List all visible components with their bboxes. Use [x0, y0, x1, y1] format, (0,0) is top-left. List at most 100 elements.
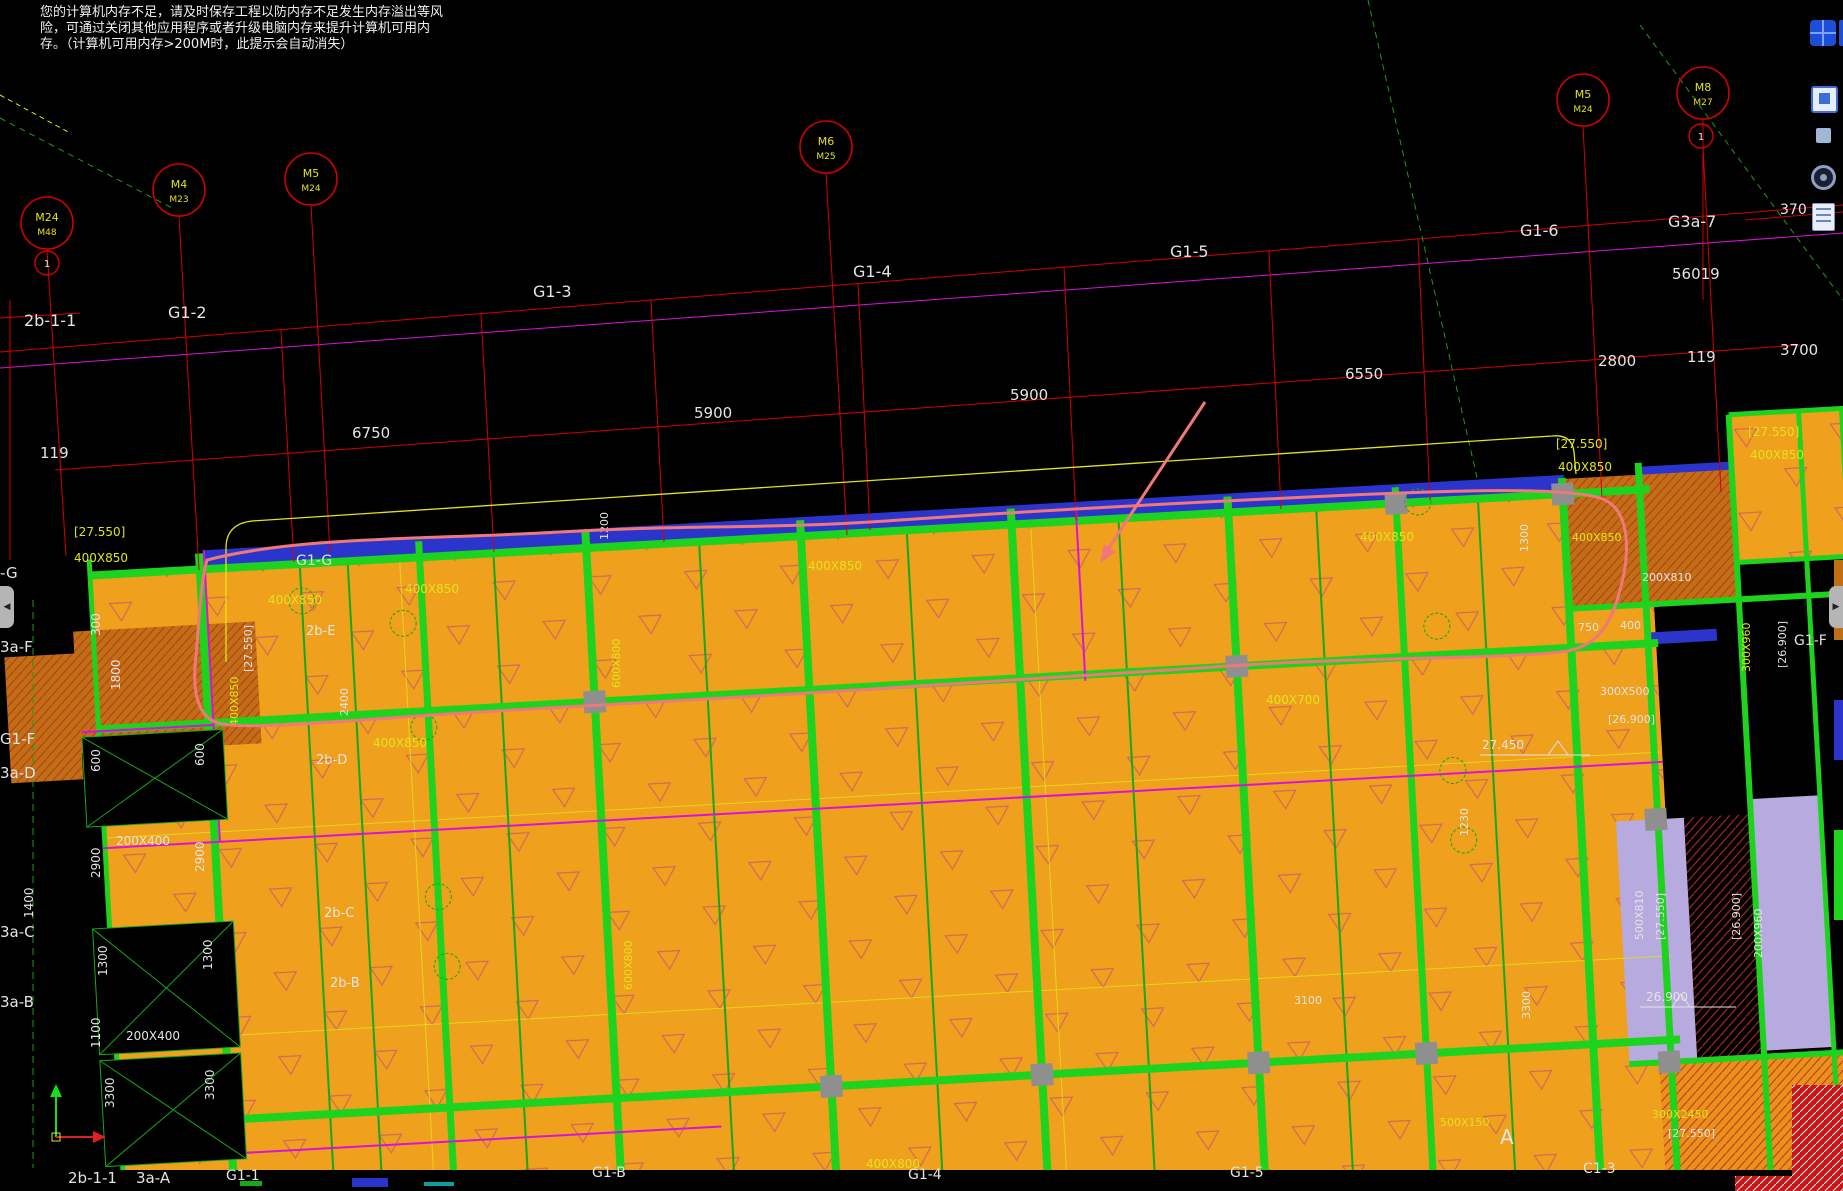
small-square-icon[interactable] — [1816, 128, 1831, 143]
grid-line — [1063, 266, 1077, 521]
cad-text: 27.450 — [1482, 738, 1524, 752]
cad-text: 300X500 — [1600, 685, 1650, 698]
cad-text: 3a-D — [0, 764, 36, 782]
cad-text: 2900 — [193, 841, 207, 872]
cad-viewport[interactable]: M24 M48 M4 M23 M5 M24 M6 M25 M5 M24 M8 M27 1 1 2b-1-1 G… — [0, 0, 1843, 1191]
cad-text: 2900 — [89, 847, 103, 878]
region — [1650, 628, 1718, 645]
document-icon[interactable] — [1812, 203, 1835, 231]
column — [1030, 1063, 1054, 1087]
grid-line — [310, 204, 331, 554]
document-icon-line — [1816, 220, 1831, 222]
grid-line — [0, 204, 1843, 353]
strip-item — [1834, 700, 1843, 760]
grid-line — [1417, 238, 1431, 501]
cad-text: 370 — [1780, 202, 1807, 218]
cad-text: 300 — [89, 613, 103, 636]
bubble-label: M23 — [169, 195, 188, 205]
cad-text: 3a-F — [0, 638, 33, 656]
gear-icon-dot — [1820, 174, 1827, 181]
cad-text: 200X960 — [1752, 908, 1765, 958]
grid-line — [480, 313, 495, 553]
cad-text: 500X150 — [1440, 1116, 1490, 1129]
grid-line — [1639, 24, 1843, 301]
cad-text: 1400 — [22, 887, 36, 918]
cad-text: 2b-D — [316, 753, 347, 768]
cad-text: 56019 — [1672, 265, 1720, 283]
cad-text: [27.550] — [1556, 437, 1607, 451]
cad-text: C1-3 — [1583, 1161, 1616, 1177]
bubble-label: M6 — [818, 135, 835, 148]
grid-line — [825, 172, 848, 536]
bubble-label: M5 — [1575, 88, 1592, 101]
cad-text: 2b-E — [306, 624, 335, 639]
cad-text: 400X850 — [1360, 530, 1414, 544]
warning-line-1: 您的计算机内存不足，请及时保存工程以防内存不足发生内存溢出等风 — [40, 5, 444, 20]
cad-text: G1-5 — [1170, 242, 1209, 261]
cad-text: 200X810 — [1642, 571, 1692, 584]
grid-line — [1268, 250, 1282, 510]
cad-text: 200X400 — [126, 1029, 180, 1043]
column — [583, 690, 607, 714]
cad-text: 26.900 — [1646, 990, 1688, 1004]
bubble-label: M25 — [816, 152, 835, 162]
plan-group — [4, 401, 1843, 1191]
grid-line — [650, 299, 665, 543]
column — [1657, 1050, 1681, 1074]
cad-text: 2b-1-1 — [68, 1169, 117, 1187]
bubble-label: 1 — [44, 259, 50, 270]
cad-text: [27.550] — [1654, 893, 1667, 940]
cad-text: 3700 — [1780, 341, 1818, 359]
cad-text: 3a-A — [136, 1169, 171, 1187]
cad-text: 1300 — [1518, 524, 1531, 552]
ucs-y-arrowhead — [50, 1084, 62, 1097]
cad-text: 5900 — [694, 404, 732, 422]
blue-grid-icon-partial[interactable] — [1839, 20, 1843, 46]
cad-text: A — [1500, 1125, 1514, 1149]
document-icon-line — [1816, 214, 1831, 216]
cad-text: G1-B — [592, 1165, 626, 1181]
grid-line — [857, 283, 871, 531]
blue-grid-icon[interactable] — [1810, 20, 1836, 46]
grid-line — [1367, 0, 1479, 483]
cad-text: G1-F — [1794, 633, 1827, 649]
gear-icon[interactable] — [1811, 165, 1836, 190]
strip-item-hatch — [1792, 1085, 1843, 1191]
cad-text: 3300 — [203, 1069, 217, 1100]
cad-text: 400X850 — [373, 736, 427, 750]
cad-text: 2b-B — [330, 976, 360, 991]
cad-text: G1-1 — [226, 1168, 260, 1184]
cad-text: 2400 — [338, 688, 351, 716]
cad-text: 400X700 — [1266, 693, 1320, 707]
grid-line — [1702, 146, 1722, 493]
grid-line — [0, 94, 71, 134]
cad-text: 600 — [193, 743, 207, 766]
bubble-label: M24 — [1573, 105, 1592, 115]
cad-text: 6550 — [1345, 365, 1383, 383]
cad-text: 300X960 — [1740, 622, 1753, 672]
cad-text: [26.900] — [1776, 621, 1789, 668]
collapse-right-tab[interactable]: ▶ — [1829, 586, 1843, 628]
cad-text: 400X850 — [1572, 531, 1622, 544]
cad-text: 1200 — [598, 512, 611, 540]
cad-text: 400X850 — [268, 593, 322, 607]
bubble-label: 1 — [1698, 132, 1704, 143]
cad-text: [26.900] — [1730, 893, 1743, 940]
strip-item-hatch — [1735, 1176, 1843, 1191]
bubble-label: M8 — [1695, 81, 1712, 94]
bubble-label: M48 — [37, 228, 56, 238]
cad-text: 119 — [40, 444, 69, 462]
collapse-left-tab[interactable]: ◀ — [0, 586, 14, 628]
cad-text: 400X850 — [1750, 448, 1804, 462]
grid-line — [0, 117, 173, 209]
cad-text: 400 — [1620, 619, 1641, 632]
cad-text: [27.550] — [1668, 1127, 1715, 1140]
grid-line — [0, 232, 1843, 369]
cad-text: 1230 — [1458, 808, 1471, 836]
bubble-label: M5 — [303, 167, 320, 180]
cad-text: 2b-1-1 — [24, 311, 76, 330]
panel-icon[interactable] — [1811, 86, 1838, 113]
cad-text: 400X850 — [405, 582, 459, 596]
application-window: M24 M48 M4 M23 M5 M24 M6 M25 M5 M24 M8 M27 1 1 2b-1-1 G… — [0, 0, 1843, 1191]
column — [1384, 491, 1408, 515]
